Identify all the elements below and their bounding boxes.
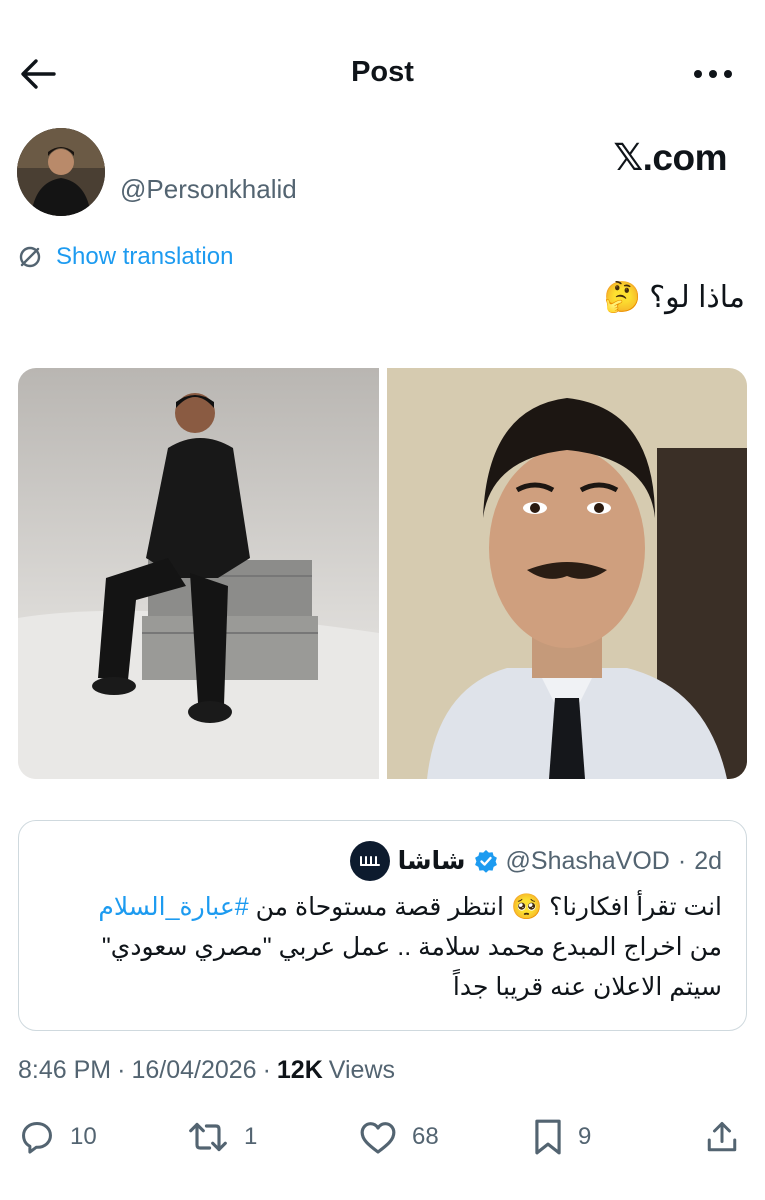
show-translation-button[interactable]: Show translation xyxy=(18,240,233,274)
brand-watermark: 𝕏.com xyxy=(613,137,727,178)
meta-separator: · xyxy=(117,1056,126,1084)
quoted-post-header: شاشا @ShashaVOD · 2d xyxy=(43,839,722,883)
quoted-line-1-middle: انتظر قصة مستوحاة من xyxy=(255,893,505,921)
show-translation-label: Show translation xyxy=(56,243,234,270)
page-title: Post xyxy=(351,56,414,88)
action-bar: 10 1 68 9 xyxy=(0,1114,765,1160)
like-icon xyxy=(360,1122,396,1154)
like-count: 68 xyxy=(412,1123,439,1150)
post-date: 16/04/2026 xyxy=(131,1056,257,1084)
post-text: ماذا لو؟ 🤔 xyxy=(604,280,745,315)
views-label: Views xyxy=(328,1056,396,1084)
pleading-emoji: 🥺 xyxy=(510,893,543,921)
post-time: 8:46 PM xyxy=(18,1056,112,1084)
photo-man-sitting-on-trunks[interactable] xyxy=(18,368,379,779)
share-icon xyxy=(707,1122,737,1152)
quoted-separator: · xyxy=(677,846,687,875)
more-dots-icon xyxy=(694,70,732,78)
reply-count: 10 xyxy=(70,1123,97,1150)
meta-separator: · xyxy=(262,1056,271,1084)
translate-icon xyxy=(19,246,41,268)
hashtag-link[interactable]: #عبارة_السلام xyxy=(98,893,248,921)
bookmark-count: 9 xyxy=(578,1123,592,1150)
share-button[interactable] xyxy=(704,1114,740,1160)
quoted-author-handle: @ShashaVOD xyxy=(505,846,670,875)
quoted-line-2: من اخراج المبدع محمد سلامة .. عمل عربي "… xyxy=(101,933,722,961)
views-count[interactable]: 12K xyxy=(277,1056,323,1085)
photo-man-with-mustache[interactable] xyxy=(386,368,747,779)
avatar[interactable] xyxy=(17,128,105,216)
top-bar: Post xyxy=(0,0,765,140)
reply-icon xyxy=(22,1122,52,1154)
media-grid xyxy=(18,368,747,779)
repost-count: 1 xyxy=(244,1123,258,1150)
repost-icon xyxy=(189,1122,227,1152)
author-handle[interactable]: @Personkhalid xyxy=(120,174,297,205)
quoted-author-name: شاشا xyxy=(397,847,466,875)
thinking-emoji: 🤔 xyxy=(603,281,642,314)
bookmark-button[interactable]: 9 xyxy=(532,1114,591,1160)
post-meta: 8:46 PM · 16/04/2026 · 12K Views xyxy=(18,1056,395,1085)
bookmark-icon xyxy=(535,1119,561,1155)
quoted-post[interactable]: شاشا @ShashaVOD · 2d انت تقرأ افكارنا؟ 🥺… xyxy=(18,820,747,1031)
more-options-button[interactable] xyxy=(691,62,735,86)
repost-button[interactable]: 1 xyxy=(186,1114,257,1160)
verified-badge-icon xyxy=(474,850,497,873)
like-button[interactable]: 68 xyxy=(358,1114,439,1160)
post-text-content: ماذا لو؟ xyxy=(649,281,745,314)
quoted-line-3: سيتم الاعلان عنه قريبا جداً xyxy=(452,973,722,1001)
quoted-line-1: انت تقرأ افكارنا؟ 🥺 انتظر قصة مستوحاة من… xyxy=(43,887,722,927)
quoted-post-time: 2d xyxy=(694,846,722,875)
quoted-author-avatar xyxy=(349,841,390,881)
quoted-post-text: انت تقرأ افكارنا؟ 🥺 انتظر قصة مستوحاة من… xyxy=(43,887,722,1007)
reply-button[interactable]: 10 xyxy=(18,1114,97,1160)
quoted-line-1-start: انت تقرأ افكارنا؟ xyxy=(549,893,722,921)
